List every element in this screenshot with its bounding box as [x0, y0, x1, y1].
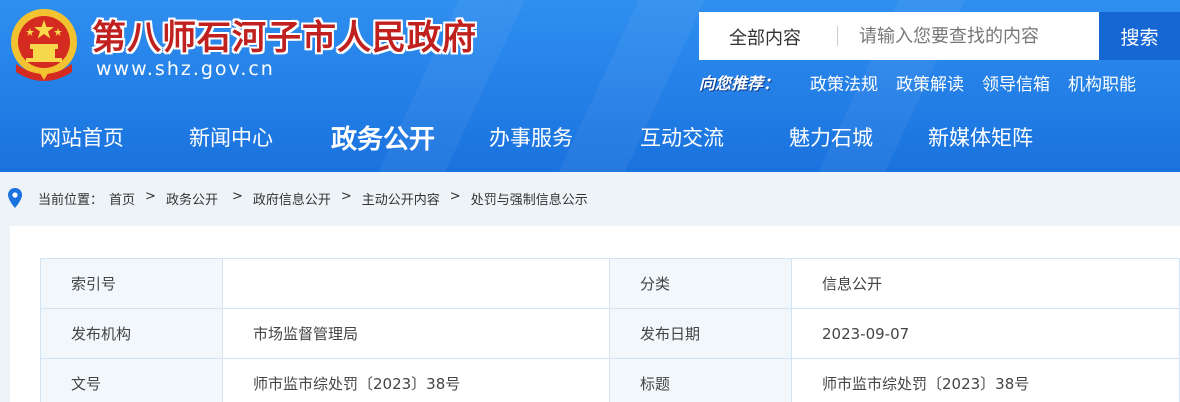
site-title[interactable]: 第八师石河子市人民政府	[92, 10, 477, 59]
nav-item-gov-affairs[interactable]: 政务公开	[331, 119, 435, 156]
publisher-label: 发布机构	[40, 308, 223, 359]
breadcrumb-item-gov-affairs[interactable]: 政务公开	[166, 189, 218, 208]
main-nav: 网站首页 新闻中心 政务公开 办事服务 互动交流 魅力石城 新媒体矩阵	[0, 110, 1180, 166]
breadcrumb: 当前位置： 首页 > 政务公开 > 政府信息公开 > 主动公开内容 > 处罚与强…	[38, 189, 588, 208]
document-number-value: 师市监市综处罚〔2023〕38号	[222, 358, 610, 402]
nav-item-news[interactable]: 新闻中心	[189, 122, 273, 152]
table-row: 发布机构 市场监督管理局 发布日期 2023-09-07	[40, 308, 1180, 359]
document-number-label: 文号	[40, 358, 223, 402]
breadcrumb-item-active-disclosure[interactable]: 主动公开内容	[362, 189, 440, 208]
breadcrumb-bar: 当前位置： 首页 > 政务公开 > 政府信息公开 > 主动公开内容 > 处罚与强…	[0, 172, 1180, 224]
table-row: 文号 师市监市综处罚〔2023〕38号 标题 师市监市综处罚〔2023〕38号	[40, 358, 1180, 402]
breadcrumb-separator: >	[340, 189, 352, 204]
breadcrumb-separator: >	[231, 189, 243, 204]
publisher-value: 市场监督管理局	[222, 308, 610, 359]
nav-item-new-media[interactable]: 新媒体矩阵	[928, 122, 1033, 152]
search-divider	[837, 26, 838, 46]
index-number-value	[222, 258, 610, 309]
breadcrumb-label: 当前位置：	[38, 193, 104, 208]
quick-links: 政策法规 政策解读 领导信箱 机构职能	[810, 70, 1136, 95]
index-number-label: 索引号	[40, 258, 223, 309]
info-table: 索引号 分类 信息公开 发布机构 市场监督管理局 发布日期 2023-09-07…	[40, 258, 1180, 402]
breadcrumb-item-home[interactable]: 首页	[109, 189, 135, 208]
nav-item-interaction[interactable]: 互动交流	[640, 122, 724, 152]
location-pin-icon	[8, 188, 22, 208]
site-header: 第八师石河子市人民政府 www.shz.gov.cn 全部内容 搜索 向您推荐：…	[0, 0, 1180, 172]
quick-link-interpretation[interactable]: 政策解读	[896, 70, 964, 95]
quick-link-functions[interactable]: 机构职能	[1068, 70, 1136, 95]
category-value: 信息公开	[791, 258, 1180, 309]
breadcrumb-item-penalty-info[interactable]: 处罚与强制信息公示	[471, 189, 588, 208]
nav-item-city[interactable]: 魅力石城	[789, 122, 873, 152]
table-row: 索引号 分类 信息公开	[40, 258, 1180, 309]
search-box: 全部内容	[699, 12, 1099, 60]
breadcrumb-separator: >	[449, 189, 461, 204]
breadcrumb-separator: >	[145, 189, 156, 204]
nav-item-services[interactable]: 办事服务	[489, 122, 573, 152]
nav-item-home[interactable]: 网站首页	[40, 122, 124, 152]
document-title-label: 标题	[609, 358, 792, 402]
search-input[interactable]	[859, 22, 1089, 50]
category-label: 分类	[609, 258, 792, 309]
quick-link-policy[interactable]: 政策法规	[810, 70, 878, 95]
publish-date-label: 发布日期	[609, 308, 792, 359]
content-panel: 索引号 分类 信息公开 发布机构 市场监督管理局 发布日期 2023-09-07…	[10, 226, 1180, 402]
site-url: www.shz.gov.cn	[96, 58, 275, 80]
search-scope-select[interactable]: 全部内容	[729, 24, 801, 50]
quick-link-mailbox[interactable]: 领导信箱	[982, 70, 1050, 95]
document-title-value: 师市监市综处罚〔2023〕38号	[791, 358, 1180, 402]
recommend-label: 向您推荐：	[699, 74, 780, 93]
search-button[interactable]: 搜索	[1099, 12, 1180, 60]
national-emblem-icon[interactable]	[8, 6, 80, 84]
publish-date-value: 2023-09-07	[791, 308, 1180, 359]
breadcrumb-item-gov-info[interactable]: 政府信息公开	[253, 189, 331, 208]
